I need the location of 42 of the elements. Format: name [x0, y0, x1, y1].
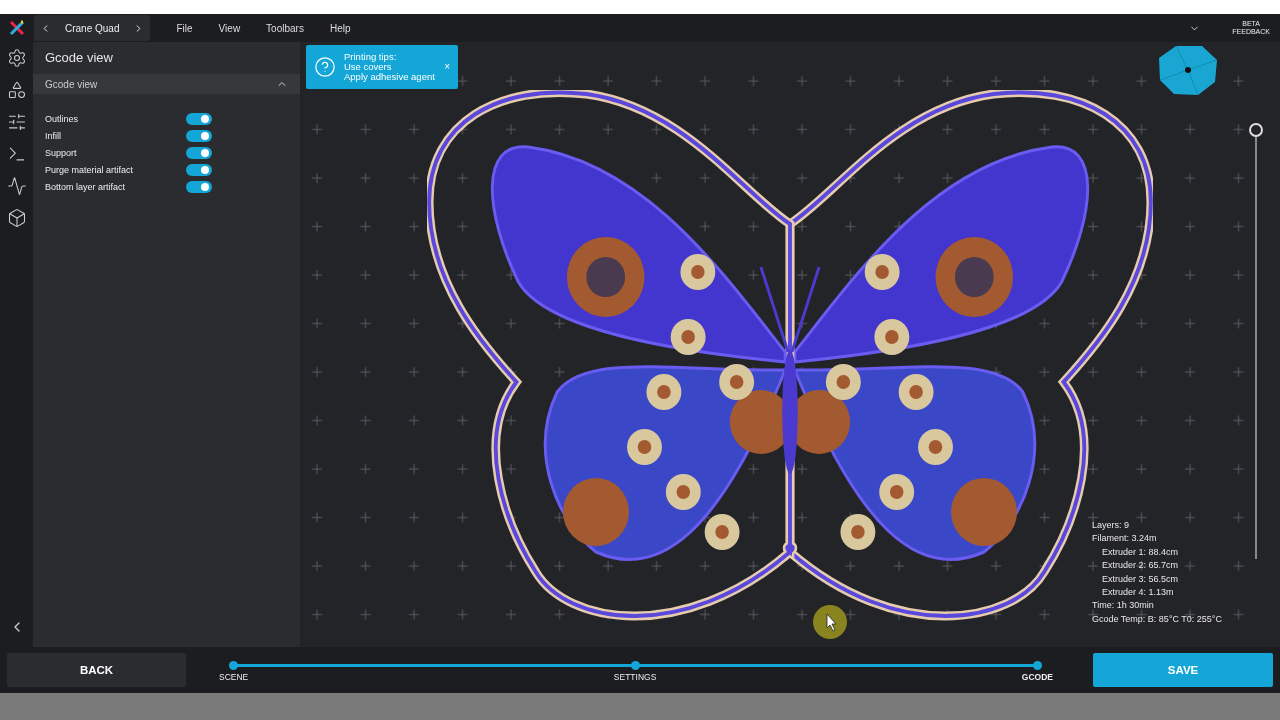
section-header[interactable]: Gcode view [33, 74, 300, 94]
panel-title: Gcode view [44, 49, 114, 67]
toggle-label: Infill [45, 131, 62, 141]
tip-title: Printing tips: [344, 52, 398, 62]
step[interactable]: SETTINGS [613, 653, 657, 687]
step[interactable]: SCENE [219, 653, 249, 687]
stat-line: Layers: 9 [1092, 519, 1131, 532]
menu-item[interactable]: Help [329, 22, 351, 34]
toggle-switch[interactable] [186, 181, 212, 193]
stat-line: Extruder 2: 65.7cm [1101, 559, 1180, 573]
settings-icon[interactable] [6, 48, 27, 68]
help-icon [314, 56, 336, 78]
stat-line: Extruder 4: 1.13m [1101, 586, 1175, 600]
logo-icon [9, 20, 25, 36]
toggle-label: Bottom layer artifact [45, 182, 127, 192]
tip-line: Apply adhesive agent [344, 72, 436, 82]
cube-icon[interactable] [6, 208, 27, 228]
toggle-switch[interactable] [186, 113, 212, 125]
toggle-label: Support [45, 148, 78, 158]
toggle-switch[interactable] [186, 130, 212, 142]
stat-line: Extruder 1: 88.4cm [1101, 545, 1180, 559]
menu-item[interactable]: View [218, 22, 241, 34]
view-cube-icon[interactable] [1158, 44, 1218, 96]
cursor-highlight-icon [812, 604, 848, 640]
menu-item[interactable]: File [176, 22, 193, 34]
stat-line: Extruder 3: 56.5cm [1101, 572, 1180, 586]
printer-selector[interactable]: Crane Quad [34, 15, 151, 41]
toggle-label: Purge material artifact [45, 165, 135, 175]
step[interactable]: GCODE [1021, 653, 1053, 687]
toggle-switch[interactable] [186, 164, 212, 176]
back-button[interactable]: BACK [7, 653, 186, 687]
menu-item[interactable]: Toolbars [266, 22, 304, 34]
section-title: Gcode view [45, 78, 98, 90]
stat-line: Time: 1h 30min [1092, 599, 1155, 613]
waveform-icon[interactable] [6, 176, 27, 196]
toggle-switch[interactable] [186, 147, 212, 159]
tip-line: Use covers [344, 62, 392, 72]
shapes-icon[interactable] [6, 80, 27, 100]
stat-line: Filament: 3.24m [1092, 532, 1158, 546]
toggle-label: Outlines [45, 114, 80, 124]
sliders-icon[interactable] [6, 112, 27, 132]
stat-line: Gcode Temp: B: 85°C T0: 255°C [1092, 612, 1222, 626]
